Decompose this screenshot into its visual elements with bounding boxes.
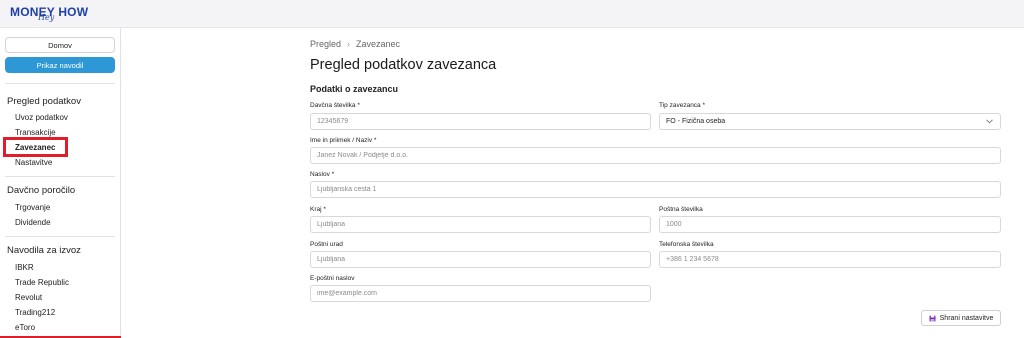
breadcrumb-separator-icon: › <box>347 39 351 49</box>
chevron-down-icon <box>984 117 994 127</box>
phone-input[interactable] <box>659 251 1001 268</box>
save-settings-label: Shrani nastavitve <box>939 314 994 322</box>
sidebar-item-nastavitve[interactable]: Nastavitve <box>15 158 52 167</box>
postal-code-input[interactable] <box>659 216 1001 233</box>
sidebar-item-trading212[interactable]: Trading212 <box>15 308 55 317</box>
sidebar: Domov Prikaz navodil Pregled podatkov Uv… <box>0 28 121 338</box>
sidebar-item-transakcije[interactable]: Transakcije <box>15 128 56 137</box>
postal-code-label: Poštna številka <box>659 206 703 213</box>
sidebar-item-uvoz-podatkov[interactable]: Uvoz podatkov <box>15 113 68 122</box>
address-input[interactable] <box>310 181 1001 198</box>
sidebar-divider <box>5 176 115 177</box>
sidebar-divider <box>5 83 115 84</box>
sidebar-item-etoro[interactable]: eToro <box>15 323 35 332</box>
name-input[interactable] <box>310 147 1001 164</box>
logo-script: Hey <box>38 13 55 22</box>
sidebar-divider <box>5 236 115 237</box>
tax-number-label: Davčna številka * <box>310 102 360 109</box>
highlight-box <box>3 137 68 157</box>
save-icon <box>929 315 936 322</box>
taxpayer-type-value: FO - Fizična oseba <box>666 118 726 125</box>
sidebar-item-trgovanje[interactable]: Trgovanje <box>15 203 50 212</box>
tax-number-input[interactable] <box>310 113 651 130</box>
sidebar-item-dividende[interactable]: Dividende <box>15 218 51 227</box>
sidebar-item-trade-republic[interactable]: Trade Republic <box>15 278 69 287</box>
breadcrumb: Pregled › Zavezanec <box>310 39 400 49</box>
breadcrumb-current: Zavezanec <box>356 39 401 49</box>
post-office-input[interactable] <box>310 251 651 268</box>
show-guide-button[interactable]: Prikaz navodil <box>5 57 115 73</box>
save-settings-button[interactable]: Shrani nastavitve <box>921 310 1001 326</box>
sidebar-section-title: Davčno poročilo <box>7 185 76 196</box>
name-label: Ime in priimek / Naziv * <box>310 137 377 144</box>
sidebar-item-revolut[interactable]: Revolut <box>15 293 42 302</box>
breadcrumb-root[interactable]: Pregled <box>310 39 341 49</box>
city-label: Kraj * <box>310 206 326 213</box>
email-input[interactable] <box>310 285 651 302</box>
page-title: Pregled podatkov zavezanca <box>310 57 497 73</box>
address-label: Naslov * <box>310 171 335 178</box>
sidebar-section-title: Pregled podatkov <box>7 96 81 107</box>
post-office-label: Poštni urad <box>310 241 343 248</box>
phone-label: Telefonska številka <box>659 241 714 248</box>
taxpayer-type-label: Tip zavezanca * <box>659 102 706 109</box>
email-label: E-poštni naslov <box>310 275 355 282</box>
city-input[interactable] <box>310 216 651 233</box>
sidebar-section-title: Navodila za izvoz <box>7 245 81 256</box>
top-bar: MONEY HOW Hey <box>0 0 1024 28</box>
taxpayer-type-select[interactable]: FO - Fizična oseba <box>659 113 1001 130</box>
sidebar-item-ibkr[interactable]: IBKR <box>15 263 34 272</box>
section-title: Podatki o zavezancu <box>310 84 399 94</box>
home-button[interactable]: Domov <box>5 37 115 53</box>
